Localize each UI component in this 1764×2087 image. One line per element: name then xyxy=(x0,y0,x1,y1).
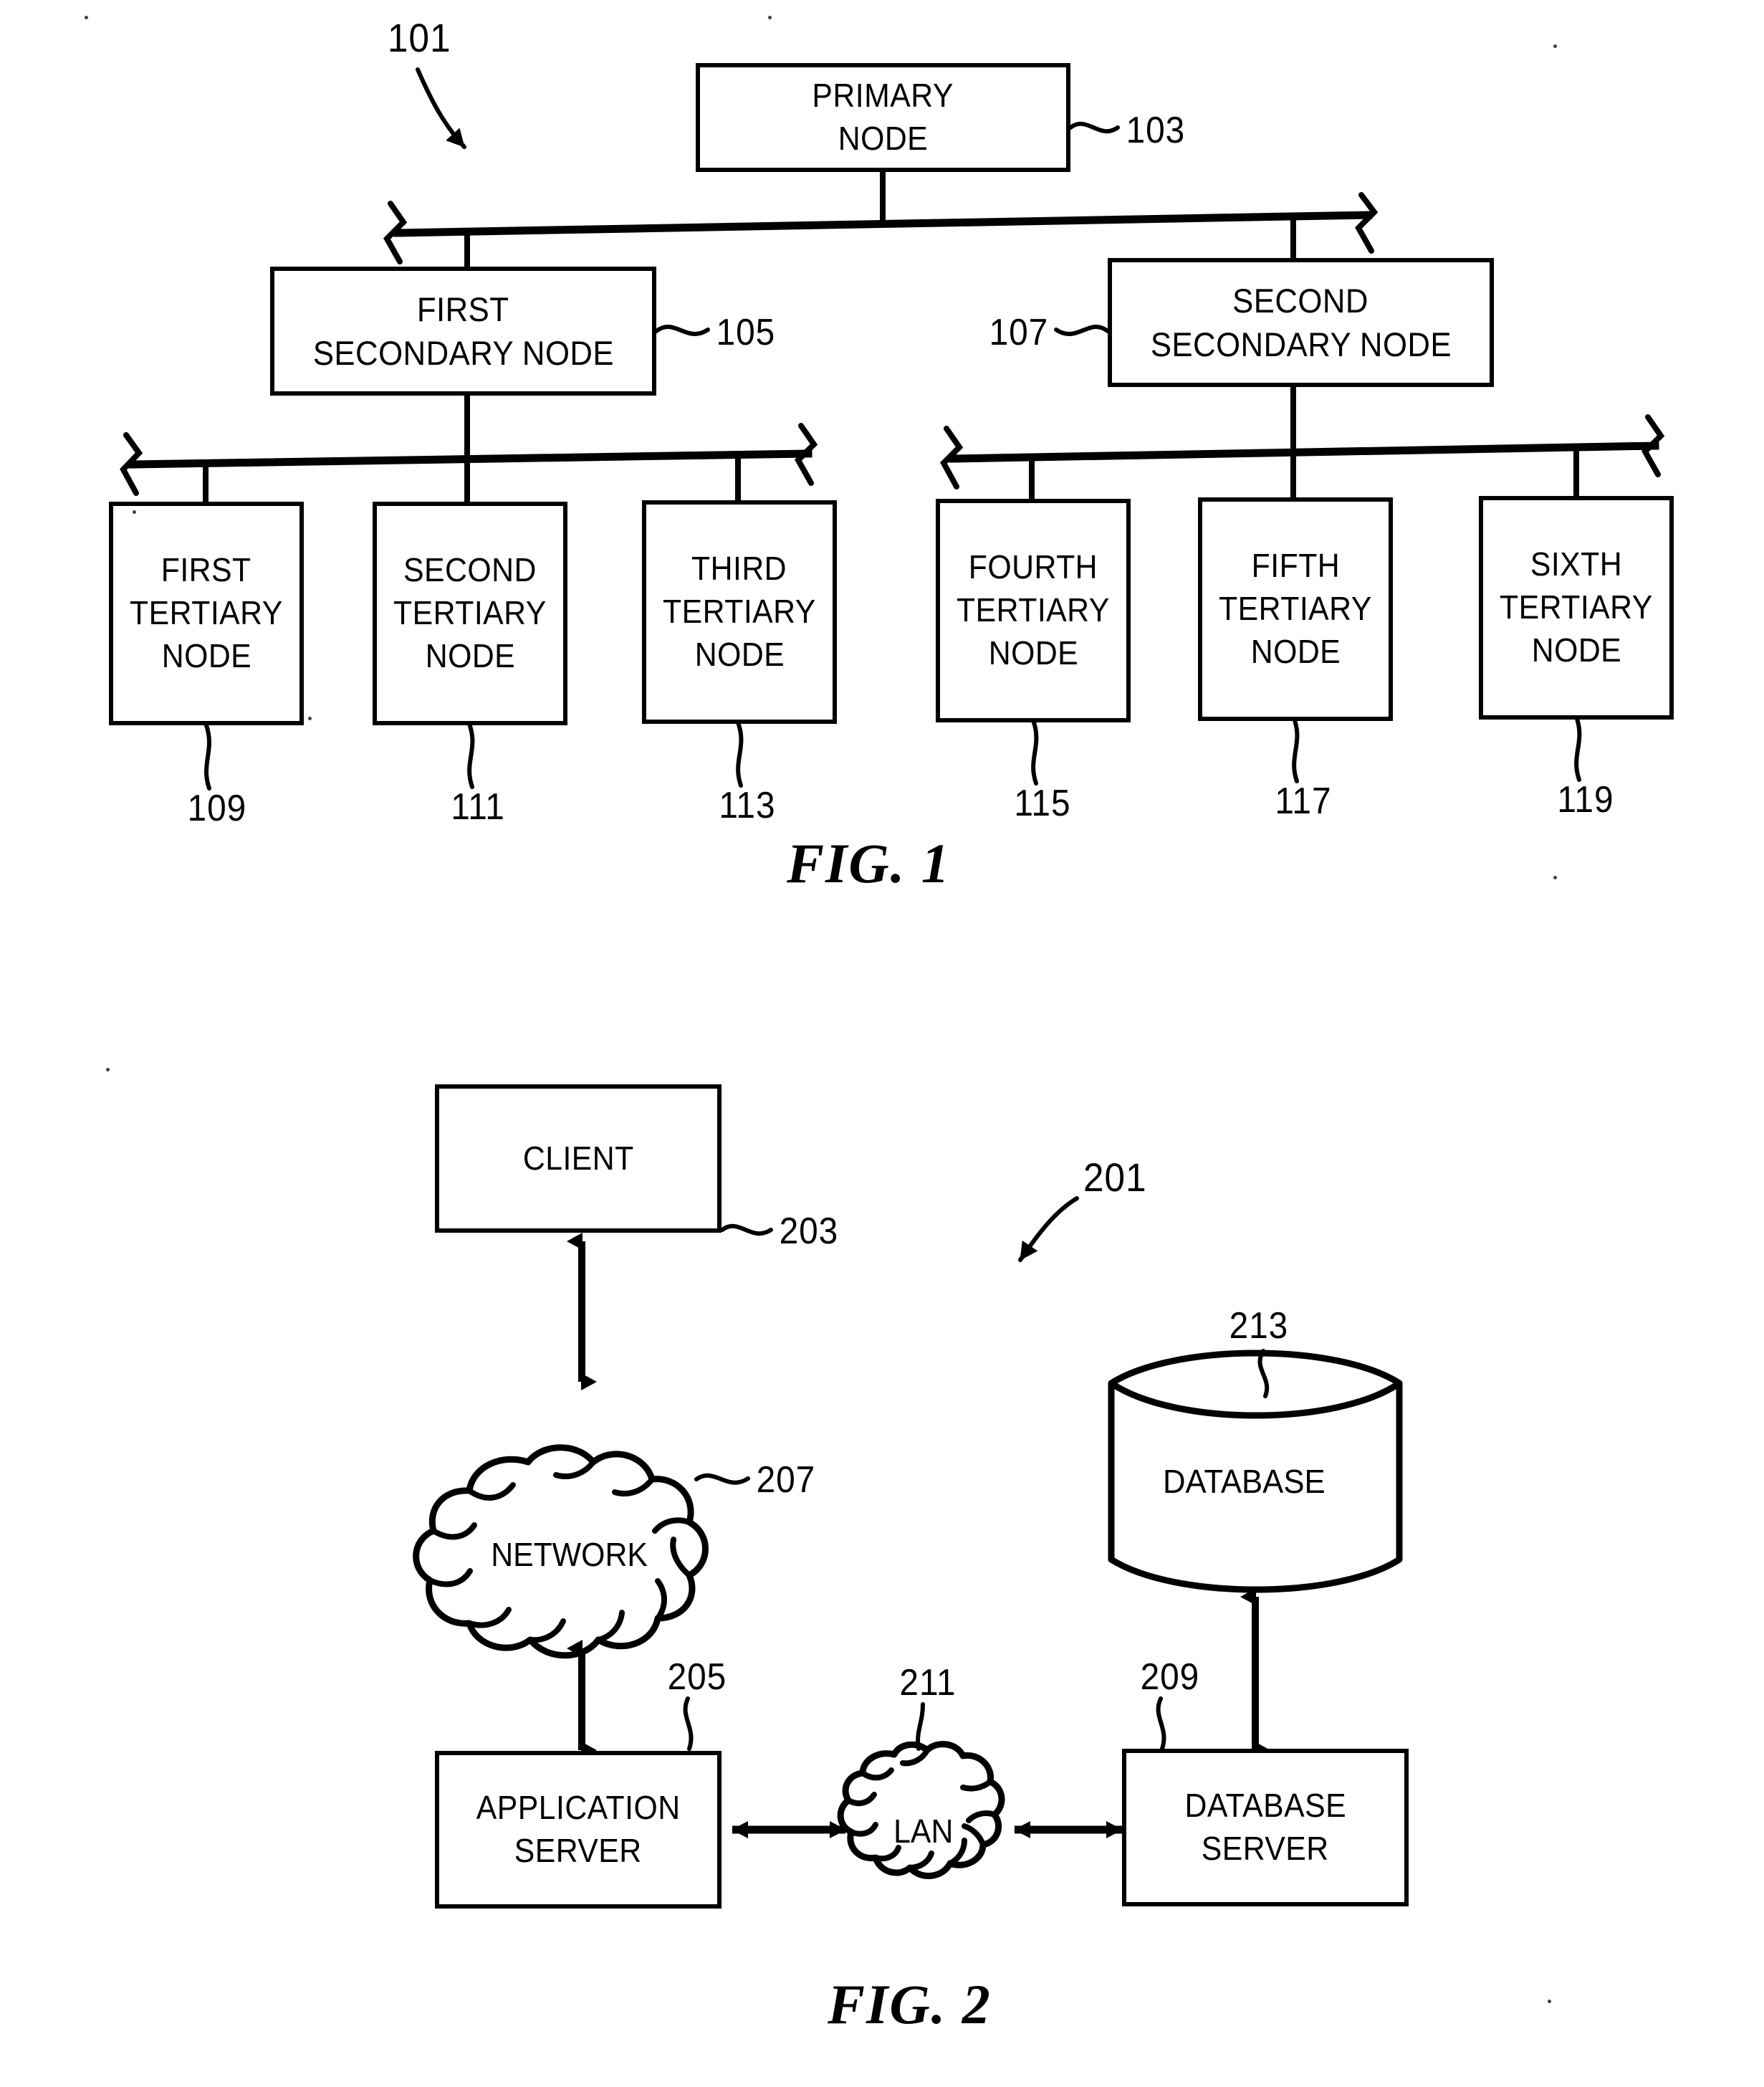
primary-node-line-2: NODE xyxy=(838,120,929,157)
fig2-network-leader xyxy=(694,1473,750,1485)
node-box-first-secondary[interactable]: FIRST SECONDARY NODE xyxy=(270,267,656,396)
scan-speck xyxy=(1553,876,1557,879)
ref-213: 213 xyxy=(1229,1305,1289,1347)
ref-203: 203 xyxy=(779,1210,839,1252)
fig2-system-lead-arrow xyxy=(1018,1196,1079,1262)
primary-node-line-1: PRIMARY xyxy=(812,77,954,115)
node-box-fifth-tertiary[interactable]: FIFTH TERTIARY NODE xyxy=(1198,497,1393,721)
lan-label: LAN xyxy=(893,1813,954,1850)
first-tertiary-node-line-2: TERTIARY xyxy=(130,594,283,632)
fig1-left-tertiary-bus xyxy=(120,391,818,502)
first-secondary-node-line-1: FIRST xyxy=(417,290,509,328)
ref-207: 207 xyxy=(756,1459,816,1501)
node-box-second-tertiary[interactable]: SECOND TERTIARY NODE xyxy=(373,502,567,725)
ref-107: 107 xyxy=(989,312,1049,353)
scan-speck xyxy=(133,510,136,514)
scan-speck xyxy=(1553,44,1557,48)
ref-117: 117 xyxy=(1275,780,1332,822)
fig2-caption: FIG. 2 xyxy=(828,1973,992,2035)
second-tertiary-node-line-3: NODE xyxy=(425,636,515,674)
fig2-lan-leader xyxy=(916,1702,925,1751)
sixth-tertiary-node-line-3: NODE xyxy=(1531,631,1621,669)
ref-113: 113 xyxy=(719,785,776,826)
fifth-tertiary-node-line-2: TERTIARY xyxy=(1219,590,1372,628)
fourth-tertiary-node-line-2: TERTIARY xyxy=(957,591,1110,629)
fourth-tertiary-node-line-1: FOURTH xyxy=(968,548,1098,586)
first-tertiary-node-line-1: FIRST xyxy=(161,551,251,589)
database-label: DATABASE xyxy=(1162,1463,1326,1500)
node-box-client[interactable]: CLIENT xyxy=(435,1084,722,1233)
fig1-caption: FIG. 1 xyxy=(787,832,951,894)
scan-speck xyxy=(768,16,772,19)
first-secondary-node-line-2: SECONDARY NODE xyxy=(312,334,614,372)
network-label: NETWORK xyxy=(491,1536,648,1573)
node-box-sixth-tertiary[interactable]: SIXTH TERTIARY NODE xyxy=(1479,496,1674,720)
second-tertiary-node-line-1: SECOND xyxy=(403,551,537,589)
node-box-database-server[interactable]: DATABASE SERVER xyxy=(1122,1749,1409,1906)
node-box-first-tertiary[interactable]: FIRST TERTIARY NODE xyxy=(109,502,304,725)
ref-115: 115 xyxy=(1014,783,1071,824)
diagram-vector-layer xyxy=(120,67,1665,1879)
fig2-client-leader xyxy=(720,1223,773,1236)
node-box-second-secondary[interactable]: SECOND SECONDARY NODE xyxy=(1108,258,1494,387)
fifth-tertiary-node-line-1: FIFTH xyxy=(1251,547,1340,585)
ref-103: 103 xyxy=(1126,110,1186,151)
third-tertiary-node-line-2: TERTIARY xyxy=(663,593,816,631)
ref-209: 209 xyxy=(1140,1656,1200,1698)
third-tertiary-node-line-1: THIRD xyxy=(691,550,787,588)
ref-111: 111 xyxy=(451,786,505,828)
scan-speck xyxy=(308,717,312,720)
client-label: CLIENT xyxy=(522,1139,634,1177)
ref-201: 201 xyxy=(1083,1155,1147,1200)
sixth-tertiary-node-line-2: TERTIARY xyxy=(1500,588,1653,626)
fig2-dbserver-leader xyxy=(1156,1696,1166,1751)
sixth-tertiary-node-line-1: SIXTH xyxy=(1530,545,1623,583)
fifth-tertiary-node-line-3: NODE xyxy=(1250,632,1341,670)
application-server-line-1: APPLICATION xyxy=(476,1789,681,1827)
ref-109: 109 xyxy=(187,788,247,829)
application-server-line-2: SERVER xyxy=(514,1832,642,1869)
fig1-primary-bus xyxy=(383,172,1379,267)
ref-119: 119 xyxy=(1557,779,1614,821)
database-server-line-2: SERVER xyxy=(1202,1830,1329,1867)
second-secondary-node-line-1: SECOND xyxy=(1232,281,1369,320)
patent-drawing-sheet: PRIMARY NODE FIRST SECONDARY NODE SECOND… xyxy=(0,0,1764,2087)
node-box-third-tertiary[interactable]: THIRD TERTIARY NODE xyxy=(642,500,837,724)
ref-211: 211 xyxy=(899,1662,957,1704)
fourth-tertiary-node-line-3: NODE xyxy=(988,634,1078,672)
third-tertiary-node-line-3: NODE xyxy=(694,635,785,673)
scan-speck xyxy=(1548,2000,1551,2003)
database-server-line-1: DATABASE xyxy=(1184,1787,1346,1825)
second-tertiary-node-line-2: TERTIARY xyxy=(393,594,547,632)
first-tertiary-node-line-3: NODE xyxy=(161,636,251,674)
scan-speck xyxy=(106,1068,110,1071)
scan-speck xyxy=(85,16,88,19)
lan-cloud-shape xyxy=(837,1741,1005,1879)
ref-101: 101 xyxy=(387,15,451,60)
fig2-appserver-leader xyxy=(683,1696,694,1751)
node-box-application-server[interactable]: APPLICATION SERVER xyxy=(435,1751,722,1909)
fig1-system-lead-arrow xyxy=(416,67,466,149)
ref-105: 105 xyxy=(716,312,776,353)
fig2-database-leader xyxy=(1257,1349,1270,1398)
node-box-primary[interactable]: PRIMARY NODE xyxy=(696,63,1070,172)
fig1-right-tertiary-bus xyxy=(940,387,1665,499)
second-secondary-node-line-2: SECONDARY NODE xyxy=(1150,325,1452,363)
ref-205: 205 xyxy=(667,1656,727,1698)
node-box-fourth-tertiary[interactable]: FOURTH TERTIARY NODE xyxy=(936,499,1131,722)
